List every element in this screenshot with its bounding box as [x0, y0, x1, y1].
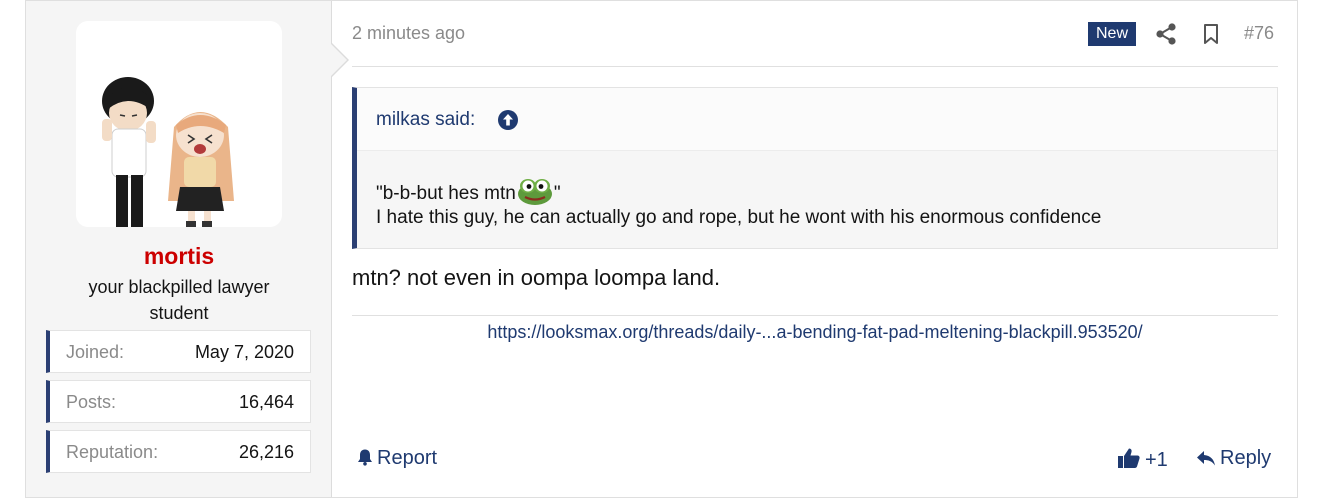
quote-text-line-1: "b-b-but hes mtn " — [376, 177, 561, 205]
bell-icon — [358, 449, 372, 466]
user-info-column: mortis your blackpilled lawyer student J… — [26, 1, 332, 497]
quote-block: milkas said: "b-b-but hes mtn " I hate t… — [352, 87, 1278, 249]
stat-posts: Posts: 16,464 — [46, 380, 311, 423]
like-count: +1 — [1145, 449, 1168, 471]
header-divider — [352, 66, 1278, 67]
signature-link[interactable]: https://looksmax.org/threads/daily-...a-… — [352, 322, 1278, 343]
stat-reputation: Reputation: 26,216 — [46, 430, 311, 473]
report-label: Report — [377, 447, 438, 469]
stat-value: May 7, 2020 — [194, 342, 294, 362]
reply-arrow-icon — [1197, 451, 1215, 466]
report-button[interactable]: Report — [356, 447, 437, 470]
stat-label: Reputation: — [66, 442, 159, 462]
quote-author[interactable]: milkas said: — [376, 109, 475, 131]
quote-text-line-2: I hate this guy, he can actually go and … — [376, 207, 1102, 228]
quote-header: milkas said: — [357, 88, 1277, 151]
reply-button[interactable]: Reply — [1196, 447, 1271, 470]
stat-value: 26,216 — [238, 442, 294, 462]
share-icon[interactable] — [1155, 22, 1177, 46]
stat-joined: Joined: May 7, 2020 — [46, 330, 311, 373]
quote-text-before: "b-b-but hes mtn — [376, 183, 516, 204]
user-arrow-pointer-fill — [331, 44, 347, 76]
like-button[interactable]: +1 — [1117, 447, 1168, 472]
post-number[interactable]: #76 — [1244, 23, 1274, 44]
stat-label: Posts: — [66, 392, 117, 412]
stat-label: Joined: — [66, 342, 125, 362]
reply-label: Reply — [1220, 447, 1272, 469]
username[interactable]: mortis — [26, 243, 332, 270]
avatar[interactable] — [76, 21, 282, 227]
arrow-up-circle-icon[interactable] — [497, 109, 519, 131]
user-title: your blackpilled lawyer student — [88, 277, 270, 323]
signature-divider — [352, 315, 1278, 316]
post-timestamp[interactable]: 2 minutes ago — [352, 23, 465, 44]
stat-value: 16,464 — [238, 392, 294, 412]
thumbs-up-icon — [1118, 448, 1140, 468]
pepe-emoji-icon — [517, 177, 553, 205]
quote-text-after: " — [553, 183, 561, 204]
bookmark-icon[interactable] — [1200, 23, 1222, 45]
post-body: mtn? not even in oompa loompa land. — [352, 265, 721, 290]
new-badge: New — [1088, 22, 1136, 46]
post-container: mortis your blackpilled lawyer student J… — [25, 0, 1298, 498]
